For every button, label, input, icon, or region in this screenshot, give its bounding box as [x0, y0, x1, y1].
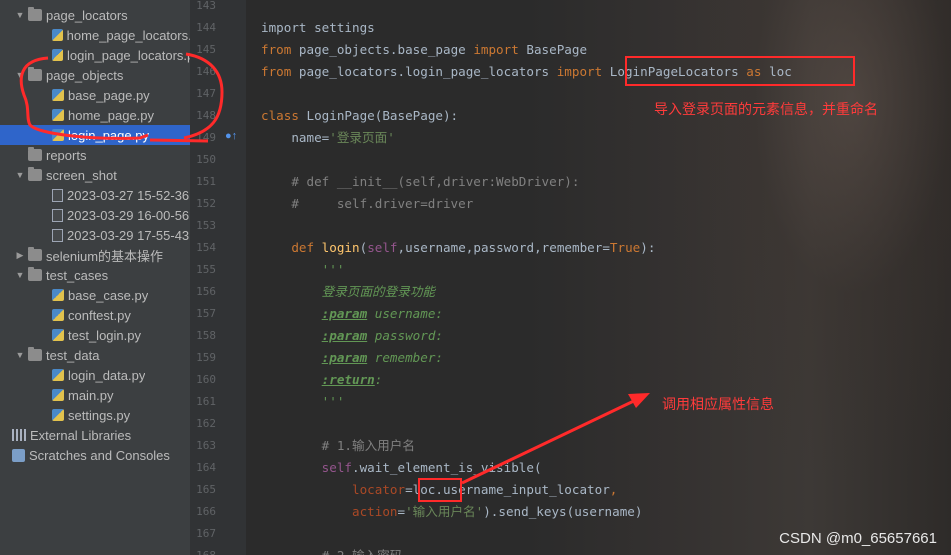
hand-drawn-bracket: [19, 56, 149, 140]
hand-drawn-bracket-3: [149, 138, 209, 143]
loc-highlight-box: [418, 478, 462, 502]
import-highlight-box: [625, 56, 855, 86]
import-annotation: 导入登录页面的元素信息，并重命名: [654, 101, 878, 117]
arrow-line: [461, 396, 641, 485]
attribute-annotation: 调用相应属性信息: [662, 396, 774, 412]
watermark: CSDN @m0_65657661: [779, 530, 937, 547]
hand-drawn-bracket-2: [183, 52, 224, 140]
